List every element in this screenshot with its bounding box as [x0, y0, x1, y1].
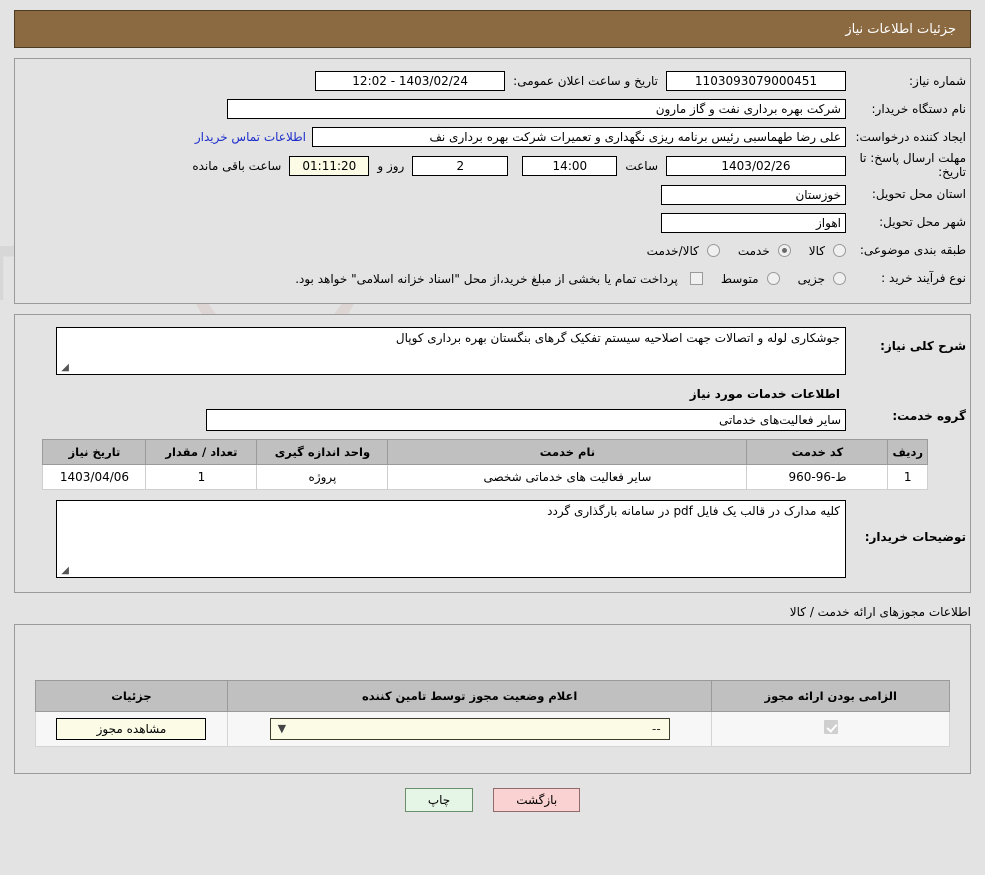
radio-process-medium[interactable] — [766, 272, 780, 286]
general-need-textarea[interactable]: جوشکاری لوله و اتصالات جهت اصلاحیه سیستم… — [56, 326, 846, 375]
row-buyer-org: نام دستگاه خریدار: شرکت بهره برداری نفت … — [15, 95, 970, 123]
col-permit-required: الزامی بودن ارائه مجوز — [711, 679, 950, 712]
permits-caption: اطلاعات مجوزهای ارائه خدمت / کالا — [789, 604, 971, 619]
services-table: ردیف کد خدمت نام خدمت واحد اندازه گیری ت… — [42, 438, 928, 490]
view-permit-button[interactable]: مشاهده مجوز — [56, 717, 207, 740]
print-button[interactable]: چاپ — [404, 787, 474, 812]
radio-category-service[interactable] — [777, 244, 791, 258]
deadline-time-field[interactable]: 14:00 — [522, 155, 618, 176]
footer-actions: بازگشت چاپ — [0, 787, 985, 812]
row-requester: ایجاد کننده درخواست: علی رضا طهماسبی رئی… — [15, 123, 970, 151]
col-need-date: تاریخ نیاز — [42, 438, 147, 465]
col-permit-status: اعلام وضعیت مجوز توسط تامین کننده — [226, 679, 713, 712]
services-table-wrap: ردیف کد خدمت نام خدمت واحد اندازه گیری ت… — [15, 433, 970, 494]
resize-grip-icon[interactable]: ◢ — [59, 362, 69, 373]
col-permit-details: جزئیات — [35, 679, 228, 712]
days-label: روز و — [377, 158, 405, 173]
treasury-note-label: پرداخت تمام یا بخشی از مبلغ خرید،از محل … — [295, 271, 678, 286]
row-province: استان محل تحویل: خوزستان — [15, 181, 970, 209]
cell-quantity: 1 — [145, 463, 258, 490]
row-service-group: گروه خدمت: سایر فعالیت‌های خدماتی — [15, 407, 970, 433]
category-label: طبقه بندی موضوعی: — [859, 243, 966, 258]
cell-need-date: 1403/04/06 — [42, 463, 147, 490]
permit-required-checkbox — [823, 720, 838, 735]
radio-category-goods-service-label: کالا/خدمت — [646, 243, 699, 258]
service-group-field[interactable]: سایر فعالیت‌های خدماتی — [206, 408, 846, 431]
cell-row-no: 1 — [887, 463, 928, 490]
row-need-number: شماره نیاز: 1103093079000451 تاریخ و ساع… — [15, 67, 970, 95]
radio-category-goods-label: کالا — [808, 243, 825, 258]
need-number-field[interactable]: 1103093079000451 — [666, 71, 846, 91]
row-city: شهر محل تحویل: اهواز — [15, 209, 970, 237]
col-service-code: کد خدمت — [746, 438, 889, 465]
process-radio-group: جزیی متوسط پرداخت تمام یا بخشی از مبلغ خ… — [287, 272, 846, 286]
row-general-need: شرح کلی نیاز: جوشکاری لوله و اتصالات جهت… — [15, 325, 970, 377]
city-field[interactable]: اهواز — [661, 212, 846, 233]
buyer-contact-link[interactable]: اطلاعات تماس خریدار — [189, 130, 312, 144]
buyer-notes-label: توضیحات خریدار: — [864, 529, 966, 544]
category-radio-group: کالا خدمت کالا/خدمت — [633, 244, 846, 258]
need-description-panel: شرح کلی نیاز: جوشکاری لوله و اتصالات جهت… — [14, 313, 971, 593]
general-need-label: شرح کلی نیاز: — [880, 338, 966, 353]
countdown-field: 01:11:20 — [289, 155, 370, 176]
buyer-org-label: نام دستگاه خریدار: — [871, 101, 967, 116]
permits-table-header-row: الزامی بودن ارائه مجوز اعلام وضعیت مجوز … — [35, 679, 950, 712]
services-section-title: اطلاعات خدمات مورد نیاز — [689, 386, 840, 401]
public-announce-field[interactable]: 1403/02/24 - 12:02 — [315, 71, 506, 91]
general-need-text: جوشکاری لوله و اتصالات جهت اصلاحیه سیستم… — [395, 330, 840, 345]
process-label: نوع فرآیند خرید : — [881, 271, 966, 286]
public-announce-label: تاریخ و ساعت اعلان عمومی: — [513, 74, 658, 88]
buyer-notes-textarea[interactable]: کلیه مدارک در قالب یک فایل pdf در سامانه… — [56, 499, 846, 578]
page-header: جزئیات اطلاعات نیاز — [14, 10, 971, 48]
services-table-header-row: ردیف کد خدمت نام خدمت واحد اندازه گیری ت… — [42, 438, 928, 465]
col-quantity: تعداد / مقدار — [145, 438, 258, 465]
hour-label: ساعت — [625, 158, 658, 173]
resize-grip-icon[interactable]: ◢ — [59, 565, 69, 576]
city-label: شهر محل تحویل: — [879, 215, 966, 230]
radio-process-medium-label: متوسط — [720, 271, 759, 286]
permits-panel: الزامی بودن ارائه مجوز اعلام وضعیت مجوز … — [14, 623, 971, 774]
need-number-label: شماره نیاز: — [909, 73, 966, 88]
province-field[interactable]: خوزستان — [661, 184, 846, 205]
cell-permit-details: مشاهده مجوز — [35, 710, 228, 747]
treasury-bond-checkbox[interactable] — [689, 272, 703, 286]
cell-permit-status: -- ▼ — [226, 710, 713, 747]
requester-field[interactable]: علی رضا طهماسبی رئیس برنامه ریزی نگهداری… — [312, 127, 846, 147]
radio-process-minor[interactable] — [833, 272, 846, 286]
col-unit: واحد اندازه گیری — [256, 438, 389, 465]
chevron-down-icon: ▼ — [277, 721, 287, 735]
permits-table: الزامی بودن ارائه مجوز اعلام وضعیت مجوز … — [35, 679, 950, 747]
days-remaining-field[interactable]: 2 — [412, 155, 509, 176]
row-buyer-notes: توضیحات خریدار: کلیه مدارک در قالب یک فا… — [15, 494, 970, 580]
permit-status-select[interactable]: -- ▼ — [269, 717, 670, 740]
radio-category-goods-service[interactable] — [706, 244, 720, 258]
page-root: AriaTender.net جزئیات اطلاعات نیاز شماره… — [0, 0, 985, 875]
row-deadline: مهلت ارسال پاسخ: تا تاریخ: 1403/02/26 سا… — [15, 151, 970, 181]
deadline-label: مهلت ارسال پاسخ: تا تاریخ: — [859, 151, 966, 179]
page-title: جزئیات اطلاعات نیاز — [845, 21, 956, 37]
countdown-suffix-label: ساعت باقی مانده — [192, 158, 282, 173]
cell-service-name: سایر فعالیت های خدماتی شخصی — [387, 463, 748, 490]
col-row-no: ردیف — [887, 438, 928, 465]
buyer-org-field[interactable]: شرکت بهره برداری نفت و گاز مارون — [227, 99, 846, 119]
requester-label: ایجاد کننده درخواست: — [855, 129, 966, 144]
col-service-name: نام خدمت — [387, 438, 748, 465]
cell-service-code: ط-96-960 — [746, 463, 889, 490]
permit-status-value: -- — [652, 721, 661, 736]
province-label: استان محل تحویل: — [871, 187, 966, 202]
need-info-panel: شماره نیاز: 1103093079000451 تاریخ و ساع… — [14, 58, 971, 304]
row-process-type: نوع فرآیند خرید : جزیی متوسط پرداخت تمام… — [15, 265, 970, 293]
radio-process-minor-label: جزیی — [797, 271, 825, 286]
cell-unit: پروژه — [256, 463, 389, 490]
deadline-date-field[interactable]: 1403/02/26 — [666, 155, 846, 176]
back-button[interactable]: بازگشت — [493, 787, 581, 812]
service-group-label: گروه خدمت: — [892, 408, 966, 423]
radio-category-service-label: خدمت — [737, 243, 770, 258]
table-row: 1 ط-96-960 سایر فعالیت های خدماتی شخصی پ… — [42, 463, 928, 490]
radio-category-goods[interactable] — [833, 244, 846, 258]
cell-permit-required — [711, 710, 950, 747]
table-row: -- ▼ مشاهده مجوز — [35, 710, 950, 747]
row-category: طبقه بندی موضوعی: کالا خدمت کالا/خدمت — [15, 237, 970, 265]
buyer-notes-text: کلیه مدارک در قالب یک فایل pdf در سامانه… — [547, 503, 840, 518]
